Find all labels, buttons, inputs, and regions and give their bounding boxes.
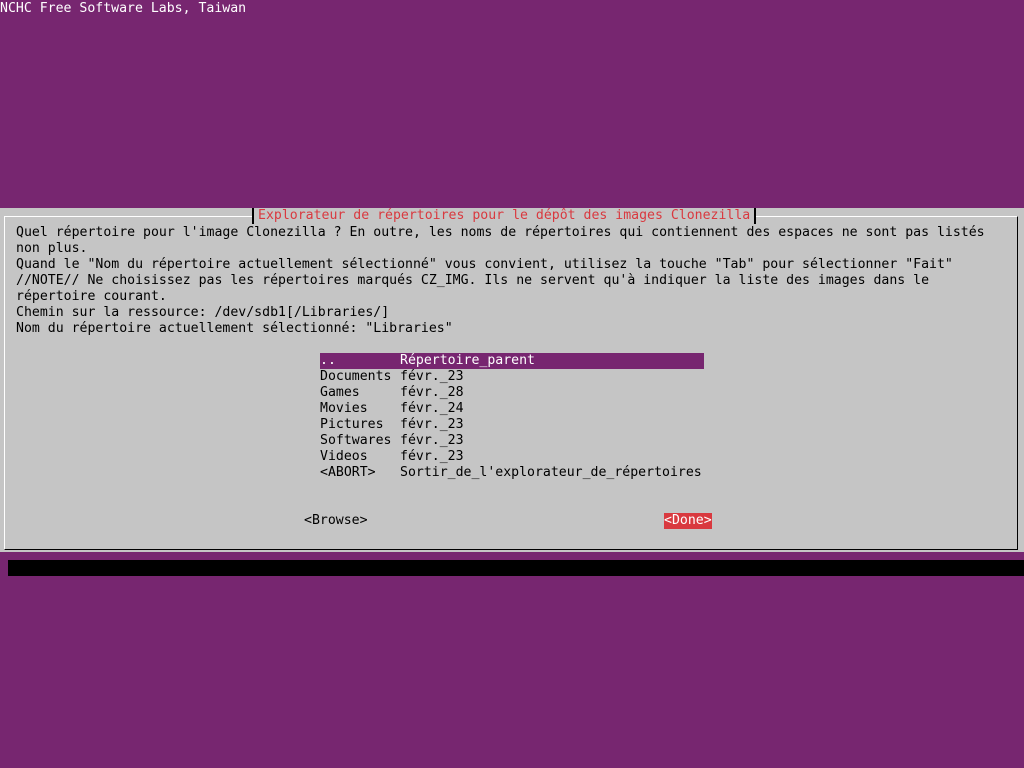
menu-item-movies[interactable]: Movies févr._24 bbox=[320, 401, 704, 417]
menu-item-tag: .. bbox=[320, 353, 336, 368]
menu-item-tag: Pictures bbox=[320, 417, 384, 432]
menu-item-tag: Documents bbox=[320, 369, 392, 384]
menu-item-desc: Répertoire_parent bbox=[400, 353, 535, 368]
menu-item-videos[interactable]: Videos févr._23 bbox=[320, 449, 704, 465]
backtitle: NCHC Free Software Labs, Taiwan bbox=[0, 1, 247, 16]
menu-item-desc: févr._24 bbox=[400, 401, 464, 416]
prompt-line: Quand le "Nom du répertoire actuellement… bbox=[16, 257, 953, 272]
menu-item-tag: Softwares bbox=[320, 433, 392, 448]
menu-item-desc: févr._23 bbox=[400, 417, 464, 432]
menu-item-desc: févr._23 bbox=[400, 433, 464, 448]
done-button[interactable]: <Done> bbox=[664, 513, 712, 529]
dialog-prompt: Quel répertoire pour l'image Clonezilla … bbox=[16, 225, 985, 337]
menu-item-documents[interactable]: Documents févr._23 bbox=[320, 369, 704, 385]
menu-item-tag: Movies bbox=[320, 401, 368, 416]
menu-item-games[interactable]: Games févr._28 bbox=[320, 385, 704, 401]
menu-item-tag: Videos bbox=[320, 449, 368, 464]
prompt-line: non plus. bbox=[16, 241, 88, 256]
prompt-line: //NOTE// Ne choisissez pas les répertoir… bbox=[16, 273, 930, 288]
menu-item-tag: Games bbox=[320, 385, 360, 400]
menu-item-desc: févr._28 bbox=[400, 385, 464, 400]
menu-item-softwares[interactable]: Softwares févr._23 bbox=[320, 433, 704, 449]
menu-item-abort[interactable]: <ABORT> Sortir_de_l'explorateur_de_répert… bbox=[320, 465, 704, 481]
menu-item-desc: févr._23 bbox=[400, 449, 464, 464]
resource-path-line: Chemin sur la ressource: /dev/sdb1[/Libr… bbox=[16, 305, 390, 320]
dialog-title: Explorateur de répertoires pour le dépôt… bbox=[252, 208, 757, 224]
menu-item-desc: févr._23 bbox=[400, 369, 464, 384]
prompt-line: Quel répertoire pour l'image Clonezilla … bbox=[16, 225, 985, 240]
menu-item-tag: <ABORT> bbox=[320, 465, 376, 480]
selected-directory-line: Nom du répertoire actuellement sélection… bbox=[16, 321, 453, 336]
dialog-shadow bbox=[8, 560, 1024, 576]
menu-item-parent[interactable]: .. Répertoire_parent bbox=[320, 353, 704, 369]
prompt-line: répertoire courant. bbox=[16, 289, 167, 304]
directory-menu: .. Répertoire_parent Documents févr._23 Ga… bbox=[320, 353, 704, 481]
menu-item-pictures[interactable]: Pictures févr._23 bbox=[320, 417, 704, 433]
browse-button[interactable]: <Browse> bbox=[304, 513, 368, 529]
menu-item-desc: Sortir_de_l'explorateur_de_répertoires bbox=[400, 465, 702, 480]
